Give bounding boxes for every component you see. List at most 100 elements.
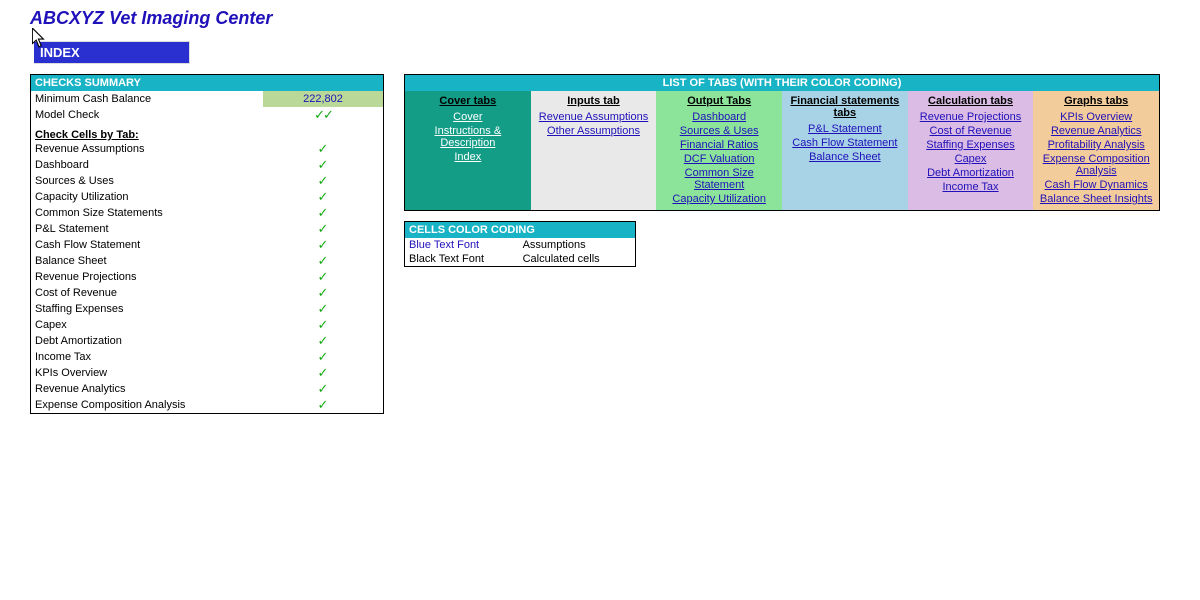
tab-column-head: Graphs tabs [1035, 93, 1157, 110]
check-row-label: Sources & Uses [31, 173, 263, 189]
checkmark-icon: ✓ [263, 221, 383, 237]
page-title: ABCXYZ Vet Imaging Center [0, 0, 1200, 33]
checkmark-icon: ✓ [263, 269, 383, 285]
check-row-label: Income Tax [31, 349, 263, 365]
tab-column-head: Output Tabs [658, 93, 780, 110]
coding-black-label: Black Text Font [405, 252, 519, 266]
tab-link[interactable]: Expense Composition Analysis [1035, 152, 1157, 178]
check-row: Staffing Expenses✓ [31, 301, 383, 317]
cells-color-coding-title: CELLS COLOR CODING [405, 222, 635, 238]
model-check-row: Model Check ✓✓ [31, 107, 383, 123]
tab-link[interactable]: Profitability Analysis [1035, 138, 1157, 152]
checkmark-icon: ✓ [263, 189, 383, 205]
tab-link[interactable]: Debt Amortization [910, 166, 1032, 180]
checkmark-icon: ✓ [263, 381, 383, 397]
check-row-label: Staffing Expenses [31, 301, 263, 317]
check-row-label: Cost of Revenue [31, 285, 263, 301]
coding-blue-label: Blue Text Font [405, 238, 519, 252]
checkmark-icon: ✓ [263, 349, 383, 365]
check-row: Common Size Statements✓ [31, 205, 383, 221]
tab-link[interactable]: Cash Flow Dynamics [1035, 178, 1157, 192]
tab-column-head: Cover tabs [407, 93, 529, 110]
tab-link[interactable]: Capacity Utilization [658, 192, 780, 206]
tab-link[interactable]: Index [407, 150, 529, 164]
check-row: Capacity Utilization✓ [31, 189, 383, 205]
tab-link[interactable]: Dashboard [658, 110, 780, 124]
model-check-status-icon: ✓✓ [263, 107, 383, 123]
tab-link[interactable]: Other Assumptions [533, 124, 655, 138]
tab-link[interactable]: Revenue Assumptions [533, 110, 655, 124]
tab-column: Financial statements tabsP&L StatementCa… [782, 91, 908, 210]
tab-link[interactable]: Instructions & Description [407, 124, 529, 150]
cells-color-coding-panel: CELLS COLOR CODING Blue Text Font Assump… [404, 221, 636, 267]
tab-column: Calculation tabsRevenue ProjectionsCost … [908, 91, 1034, 210]
min-cash-value: 222,802 [263, 91, 383, 107]
check-cells-subhead: Check Cells by Tab: [31, 123, 383, 141]
check-row: Revenue Analytics✓ [31, 381, 383, 397]
tab-link[interactable]: Common Size Statement [658, 166, 780, 192]
checkmark-icon: ✓ [263, 333, 383, 349]
tab-link[interactable]: Balance Sheet Insights [1035, 192, 1157, 206]
checkmark-icon: ✓ [263, 141, 383, 157]
tab-link[interactable]: Sources & Uses [658, 124, 780, 138]
tabs-panel-title: LIST OF TABS (WITH THEIR COLOR CODING) [405, 75, 1159, 91]
check-row-label: P&L Statement [31, 221, 263, 237]
tab-link[interactable]: Capex [910, 152, 1032, 166]
check-row-label: Balance Sheet [31, 253, 263, 269]
check-row-label: Cash Flow Statement [31, 237, 263, 253]
tab-column-head: Financial statements tabs [784, 93, 906, 122]
tab-link[interactable]: Cost of Revenue [910, 124, 1032, 138]
min-cash-row: Minimum Cash Balance 222,802 [31, 91, 383, 107]
tab-link[interactable]: Revenue Projections [910, 110, 1032, 124]
checkmark-icon: ✓ [263, 157, 383, 173]
check-row-label: Dashboard [31, 157, 263, 173]
checkmark-icon: ✓ [263, 285, 383, 301]
tab-link[interactable]: Revenue Analytics [1035, 124, 1157, 138]
check-row: Expense Composition Analysis✓ [31, 397, 383, 413]
checkmark-icon: ✓ [263, 253, 383, 269]
checkmark-icon: ✓ [263, 205, 383, 221]
check-row: P&L Statement✓ [31, 221, 383, 237]
check-row: Income Tax✓ [31, 349, 383, 365]
tab-link[interactable]: Staffing Expenses [910, 138, 1032, 152]
check-row: Balance Sheet✓ [31, 253, 383, 269]
tab-link[interactable]: Balance Sheet [784, 150, 906, 164]
checkmark-icon: ✓ [263, 237, 383, 253]
tab-column: Graphs tabsKPIs OverviewRevenue Analytic… [1033, 91, 1159, 210]
check-row-label: Common Size Statements [31, 205, 263, 221]
check-row: Cash Flow Statement✓ [31, 237, 383, 253]
check-row-label: Revenue Analytics [31, 381, 263, 397]
checks-summary-panel: CHECKS SUMMARY Minimum Cash Balance 222,… [30, 74, 384, 414]
tab-link[interactable]: Financial Ratios [658, 138, 780, 152]
checkmark-icon: ✓ [263, 173, 383, 189]
tab-link[interactable]: Cash Flow Statement [784, 136, 906, 150]
checkmark-icon: ✓ [263, 301, 383, 317]
tab-column: Cover tabsCoverInstructions & Descriptio… [405, 91, 531, 210]
check-row-label: Capacity Utilization [31, 189, 263, 205]
coding-blue-desc: Assumptions [519, 238, 635, 252]
check-row: Cost of Revenue✓ [31, 285, 383, 301]
tabs-panel: LIST OF TABS (WITH THEIR COLOR CODING) C… [404, 74, 1160, 211]
checks-summary-title: CHECKS SUMMARY [31, 75, 383, 91]
tab-link[interactable]: DCF Valuation [658, 152, 780, 166]
tab-column: Output TabsDashboardSources & UsesFinanc… [656, 91, 782, 210]
check-row-label: Revenue Projections [31, 269, 263, 285]
check-row-label: Revenue Assumptions [31, 141, 263, 157]
model-check-label: Model Check [31, 107, 263, 123]
check-row-label: KPIs Overview [31, 365, 263, 381]
min-cash-label: Minimum Cash Balance [31, 91, 263, 107]
check-row: Revenue Projections✓ [31, 269, 383, 285]
checkmark-icon: ✓ [263, 397, 383, 413]
check-row: Dashboard✓ [31, 157, 383, 173]
tab-column: Inputs tabRevenue AssumptionsOther Assum… [531, 91, 657, 210]
check-row: Sources & Uses✓ [31, 173, 383, 189]
check-row: Debt Amortization✓ [31, 333, 383, 349]
check-row: KPIs Overview✓ [31, 365, 383, 381]
tab-link[interactable]: P&L Statement [784, 122, 906, 136]
tab-link[interactable]: KPIs Overview [1035, 110, 1157, 124]
tab-link[interactable]: Income Tax [910, 180, 1032, 194]
check-row-label: Debt Amortization [31, 333, 263, 349]
check-row: Revenue Assumptions✓ [31, 141, 383, 157]
tab-link[interactable]: Cover [407, 110, 529, 124]
tab-column-head: Inputs tab [533, 93, 655, 110]
